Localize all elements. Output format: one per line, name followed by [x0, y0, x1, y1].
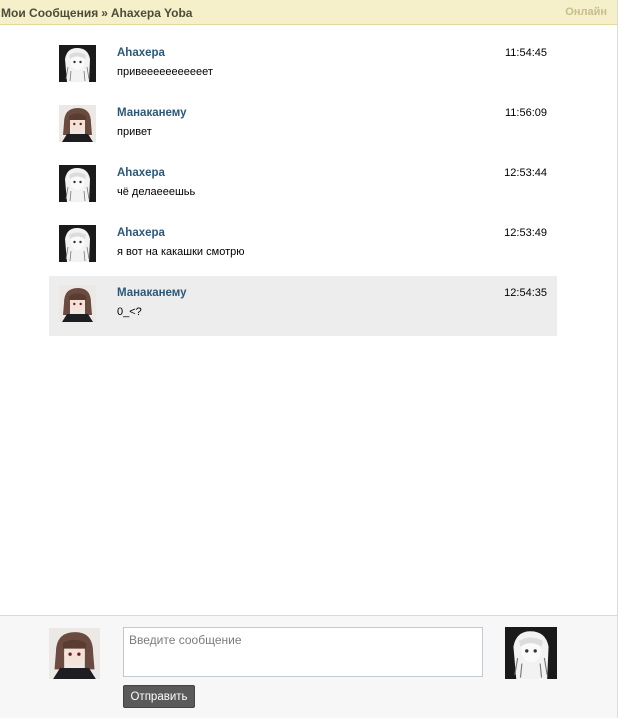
message-row: Ahaxepa привееееееееееет 11:54:45: [49, 36, 557, 96]
message-author-link[interactable]: Манаканему: [117, 107, 187, 119]
message-text: чё делаееешьь: [117, 186, 196, 198]
message-author-link[interactable]: Ahaxepa: [117, 167, 165, 179]
message-author-link[interactable]: Манаканему: [117, 287, 187, 299]
white-haired-girl-avatar[interactable]: [59, 165, 96, 202]
message-time: 11:56:09: [504, 107, 547, 119]
message-input[interactable]: [123, 627, 483, 677]
dark-haired-girl-avatar[interactable]: [59, 105, 96, 142]
message-author-link[interactable]: Ahaxepa: [117, 227, 165, 239]
white-haired-girl-avatar[interactable]: [59, 225, 96, 262]
message-row: Ahaxepa я вот на какашки смотрю 12:53:49: [49, 216, 557, 276]
message-row-highlighted: Манаканему 0_<? 12:54:35: [49, 276, 557, 336]
breadcrumb-peer-name[interactable]: Ahaxepa Yoba: [111, 6, 193, 20]
message-author-link[interactable]: Ahaxepa: [117, 47, 165, 59]
breadcrumb-my-messages-link[interactable]: Мои Сообщения: [1, 6, 98, 20]
dark-haired-girl-avatar[interactable]: [59, 285, 96, 322]
chat-header: Мои Сообщения» Ahaxepa Yoba Онлайн: [0, 0, 617, 25]
message-text: я вот на какашки смотрю: [117, 246, 245, 258]
message-time: 12:54:35: [504, 287, 547, 299]
send-button[interactable]: Отправить: [123, 685, 195, 708]
message-time: 11:54:45: [504, 47, 547, 59]
breadcrumb-separator: »: [101, 6, 108, 20]
message-text: 0_<?: [117, 306, 142, 318]
panel-border: [617, 0, 618, 718]
message-row: Манаканему привет 11:56:09: [49, 96, 557, 156]
my-avatar[interactable]: [49, 628, 100, 679]
online-status: Онлайн: [565, 6, 607, 18]
message-composer: Отправить: [0, 615, 617, 718]
breadcrumb: Мои Сообщения» Ahaxepa Yoba: [1, 6, 192, 20]
message-row: Ahaxepa чё делаееешьь 12:53:44: [49, 156, 557, 216]
message-time: 12:53:44: [504, 167, 547, 179]
white-haired-girl-avatar[interactable]: [59, 45, 96, 82]
message-text: привееееееееееет: [117, 66, 213, 78]
message-time: 12:53:49: [504, 227, 547, 239]
message-text: привет: [117, 126, 152, 138]
peer-avatar[interactable]: [505, 627, 557, 679]
